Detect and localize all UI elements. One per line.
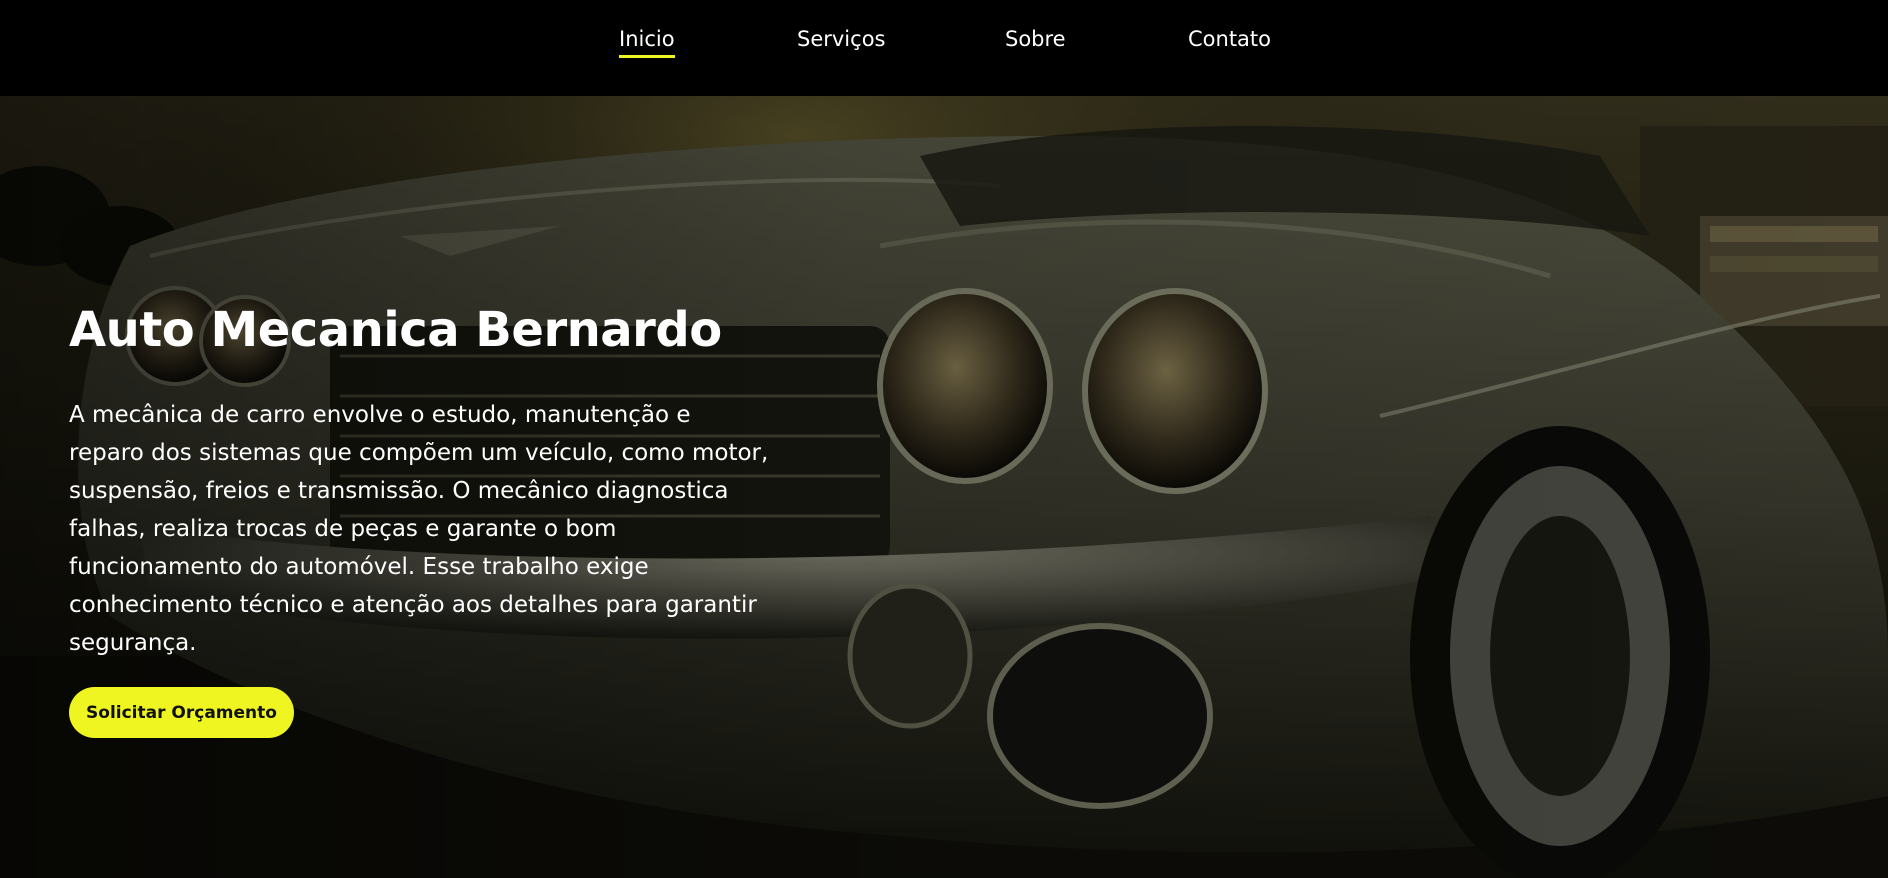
request-quote-button[interactable]: Solicitar Orçamento bbox=[69, 687, 294, 738]
hero-description: A mecânica de carro envolve o estudo, ma… bbox=[69, 402, 769, 656]
nav-link-sobre[interactable]: Sobre bbox=[1005, 24, 1066, 54]
nav-link-inicio[interactable]: Inicio bbox=[619, 24, 675, 58]
nav-link-servicos[interactable]: Serviços bbox=[797, 24, 885, 54]
hero-title: Auto Mecanica Bernardo bbox=[69, 302, 722, 358]
top-navigation: Inicio Serviços Sobre Contato bbox=[0, 0, 1888, 96]
nav-link-contato[interactable]: Contato bbox=[1188, 24, 1271, 54]
